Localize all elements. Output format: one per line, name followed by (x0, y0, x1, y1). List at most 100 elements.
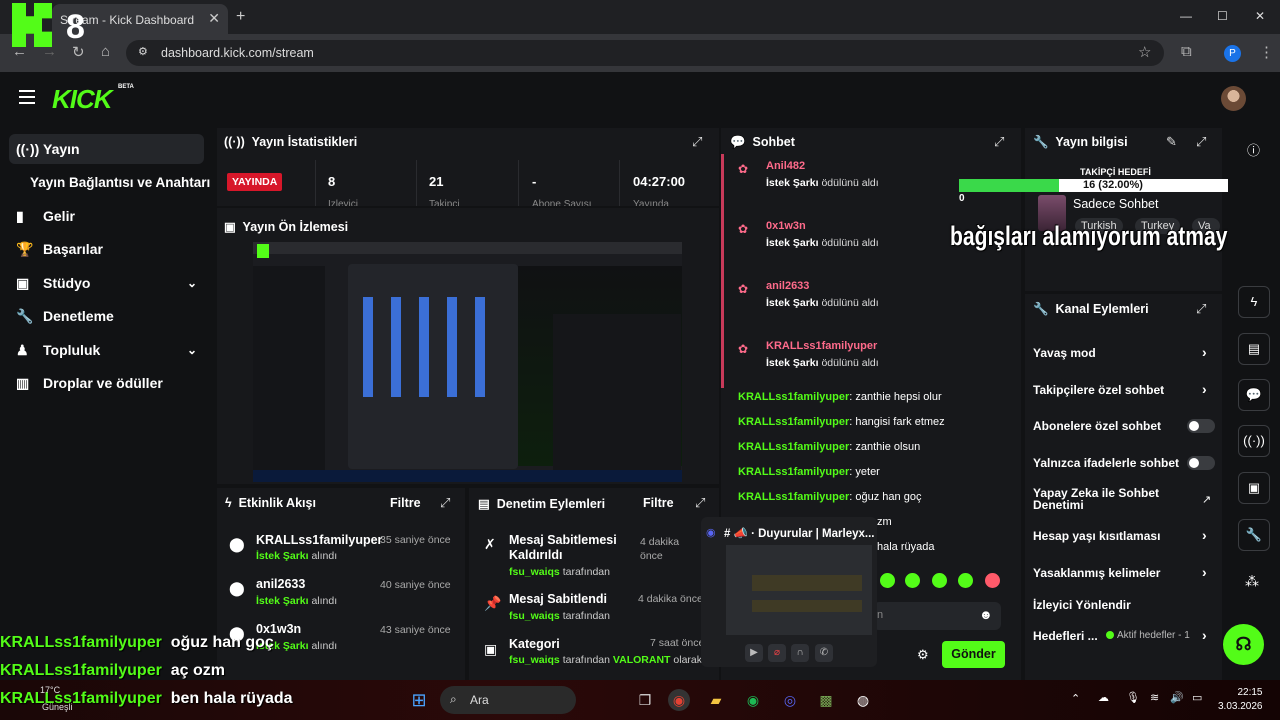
tray-chevron-icon[interactable]: ⌃ (1071, 692, 1080, 705)
sidebar-item-label: Droplar ve ödüller (43, 375, 163, 391)
sidebar-item-stream-key[interactable]: Yayın Bağlantısı ve Anahtarı (0, 168, 215, 198)
community-icon[interactable]: ⁂ (1245, 573, 1259, 590)
chevron-right-icon[interactable]: › (1202, 527, 1207, 543)
expand-icon[interactable]: ⤢ (692, 134, 702, 150)
bolt-icon[interactable]: ϟ (1238, 286, 1270, 318)
wifi-icon[interactable]: ≋ (1150, 691, 1159, 704)
action-slow-mode[interactable]: Yavaş mod (1033, 346, 1096, 360)
action-subs-only: Abonelere özel sohbet (1033, 419, 1162, 433)
windows-start-icon[interactable]: ⊞ (408, 689, 430, 711)
dashboard-topnav (0, 72, 1280, 126)
redemption-user[interactable]: anil2633 (766, 280, 809, 292)
minecraft-icon[interactable]: ▩ (815, 689, 837, 711)
action-goals[interactable]: Hedefleri ... (1033, 629, 1098, 643)
send-button[interactable]: Gönder (942, 641, 1005, 668)
chevron-right-icon[interactable]: › (1202, 564, 1207, 580)
event-user[interactable]: KRALLss1familyuper (256, 533, 382, 547)
sidebar-item-label: Yayın Bağlantısı ve Anahtarı (30, 175, 211, 190)
broadcast-icon[interactable]: ((·)) (1238, 425, 1270, 457)
minimize-icon[interactable]: — (1180, 9, 1192, 23)
chrome-icon[interactable]: ◉ (668, 689, 690, 711)
maximize-icon[interactable]: ☐ (1217, 9, 1228, 23)
kick-logo[interactable]: KICK (52, 84, 113, 115)
profile-avatar[interactable]: P (1224, 45, 1241, 62)
sidebar-item-topluluk[interactable]: ♟ Topluluk ⌄ (0, 335, 215, 365)
chat-input[interactable]: n ☻ (873, 602, 1001, 630)
chevron-right-icon[interactable]: › (1202, 627, 1207, 643)
action-raid[interactable]: İzleyici Yönlendir (1033, 598, 1131, 612)
chevron-right-icon[interactable]: › (1202, 381, 1207, 397)
sidebar-item-gelir[interactable]: ▮ Gelir (0, 201, 215, 231)
edit-icon[interactable]: ✎ (1166, 134, 1177, 150)
obs-icon[interactable]: ◍ (852, 689, 874, 711)
redemption-user[interactable]: 0x1w3n (766, 220, 806, 232)
wrench-icon[interactable]: 🔧 (1238, 519, 1270, 551)
external-link-icon[interactable]: ↗ (1202, 493, 1211, 506)
taskbar-search[interactable]: ⌕ Ara (440, 686, 576, 714)
moderation-filter-button[interactable]: Filtre (643, 496, 674, 510)
discord-icon: ◉ (706, 527, 716, 539)
subs-only-toggle[interactable] (1187, 419, 1215, 433)
extensions-icon[interactable]: ⧉ (1181, 43, 1192, 60)
home-icon[interactable]: ⌂ (101, 43, 110, 60)
redemption-user[interactable]: Anil482 (766, 160, 805, 172)
sidebar-item-droplar[interactable]: ▥ Droplar ve ödüller (0, 368, 215, 398)
task-view-icon[interactable]: ❐ (634, 689, 656, 711)
new-tab-icon[interactable]: + (236, 8, 245, 26)
onedrive-icon[interactable]: ☁ (1098, 691, 1109, 704)
headphones-icon[interactable]: ∩ (791, 644, 809, 662)
chevron-right-icon[interactable]: › (1202, 344, 1207, 360)
activity-filter-button[interactable]: Filtre (390, 496, 421, 510)
close-tab-icon[interactable]: ✕ (208, 10, 220, 27)
action-followers-only[interactable]: Takipçilere özel sohbet (1033, 383, 1164, 397)
close-window-icon[interactable]: ✕ (1255, 9, 1265, 23)
user-avatar[interactable] (1221, 86, 1246, 111)
url-input[interactable]: ⚙ dashboard.kick.com/stream (126, 40, 1164, 66)
camera-icon[interactable]: ▶ (745, 644, 763, 662)
document-icon[interactable]: ▤ (1238, 333, 1270, 365)
emotes-only-toggle[interactable] (1187, 456, 1215, 470)
volume-icon[interactable]: 🔊 (1170, 691, 1184, 704)
emote-icon[interactable] (958, 573, 973, 588)
action-banned-words[interactable]: Yasaklanmış kelimeler (1033, 566, 1160, 580)
emote-icon[interactable] (905, 573, 920, 588)
event-user[interactable]: anil2633 (256, 577, 305, 591)
emoji-icon[interactable]: ☻ (979, 607, 993, 622)
emote-icon[interactable] (985, 573, 1000, 588)
info-icon[interactable]: ⓘ (1247, 140, 1260, 159)
action-account-age[interactable]: Hesap yaşı kısıtlaması (1033, 529, 1160, 543)
browser-menu-icon[interactable]: ⋮ (1259, 43, 1274, 61)
mic-icon[interactable]: 🎙 (1126, 691, 1140, 704)
chat-settings-icon[interactable]: ⚙ (917, 647, 929, 663)
site-info-icon[interactable]: ⚙ (138, 45, 148, 58)
redemption-user[interactable]: KRALLss1familyuper (766, 340, 877, 352)
broadcast-icon: ((·)) (16, 141, 40, 157)
spotify-icon[interactable]: ◉ (742, 689, 764, 711)
emote-icon[interactable] (880, 573, 895, 588)
sidebar-item-denetleme[interactable]: 🔧 Denetleme (0, 301, 215, 331)
expand-icon[interactable]: ⤢ (994, 134, 1004, 150)
chat-bubble-icon[interactable]: 💬 (1238, 379, 1270, 411)
chat-message: KRALLss1familyuper: yeter (738, 466, 880, 478)
discord-icon[interactable]: ◎ (779, 689, 801, 711)
pin-icon: 📌 (484, 595, 502, 611)
emote-icon[interactable] (932, 573, 947, 588)
sidebar-item-basarilar[interactable]: 🏆 Başarılar (0, 234, 215, 264)
expand-icon[interactable]: ⤢ (440, 495, 450, 511)
sidebar-item-yayin[interactable]: ((·)) Yayın (9, 134, 204, 164)
taskbar-clock[interactable]: 22:15 3.03.2026 (1218, 686, 1263, 714)
sidebar-item-studyo[interactable]: ▣ Stüdyo ⌄ (0, 268, 215, 298)
action-ai-moderation[interactable]: Yapay Zeka ile Sohbet Denetimi (1033, 487, 1183, 511)
bookmark-star-icon[interactable]: ☆ (1138, 43, 1151, 61)
expand-icon[interactable]: ⤢ (1196, 301, 1206, 317)
support-chat-button[interactable]: ☊ (1223, 624, 1264, 665)
disconnect-icon[interactable]: ✆ (815, 644, 833, 662)
stream-preview-video[interactable] (253, 242, 682, 482)
file-explorer-icon[interactable]: ▰ (705, 689, 727, 711)
mic-muted-icon[interactable]: ⌀ (768, 644, 786, 662)
expand-icon[interactable]: ⤢ (695, 495, 705, 511)
battery-icon[interactable]: ▭ (1192, 691, 1202, 704)
expand-icon[interactable]: ⤢ (1196, 134, 1206, 150)
menu-icon[interactable] (19, 90, 35, 104)
layout-icon[interactable]: ▣ (1238, 472, 1270, 504)
